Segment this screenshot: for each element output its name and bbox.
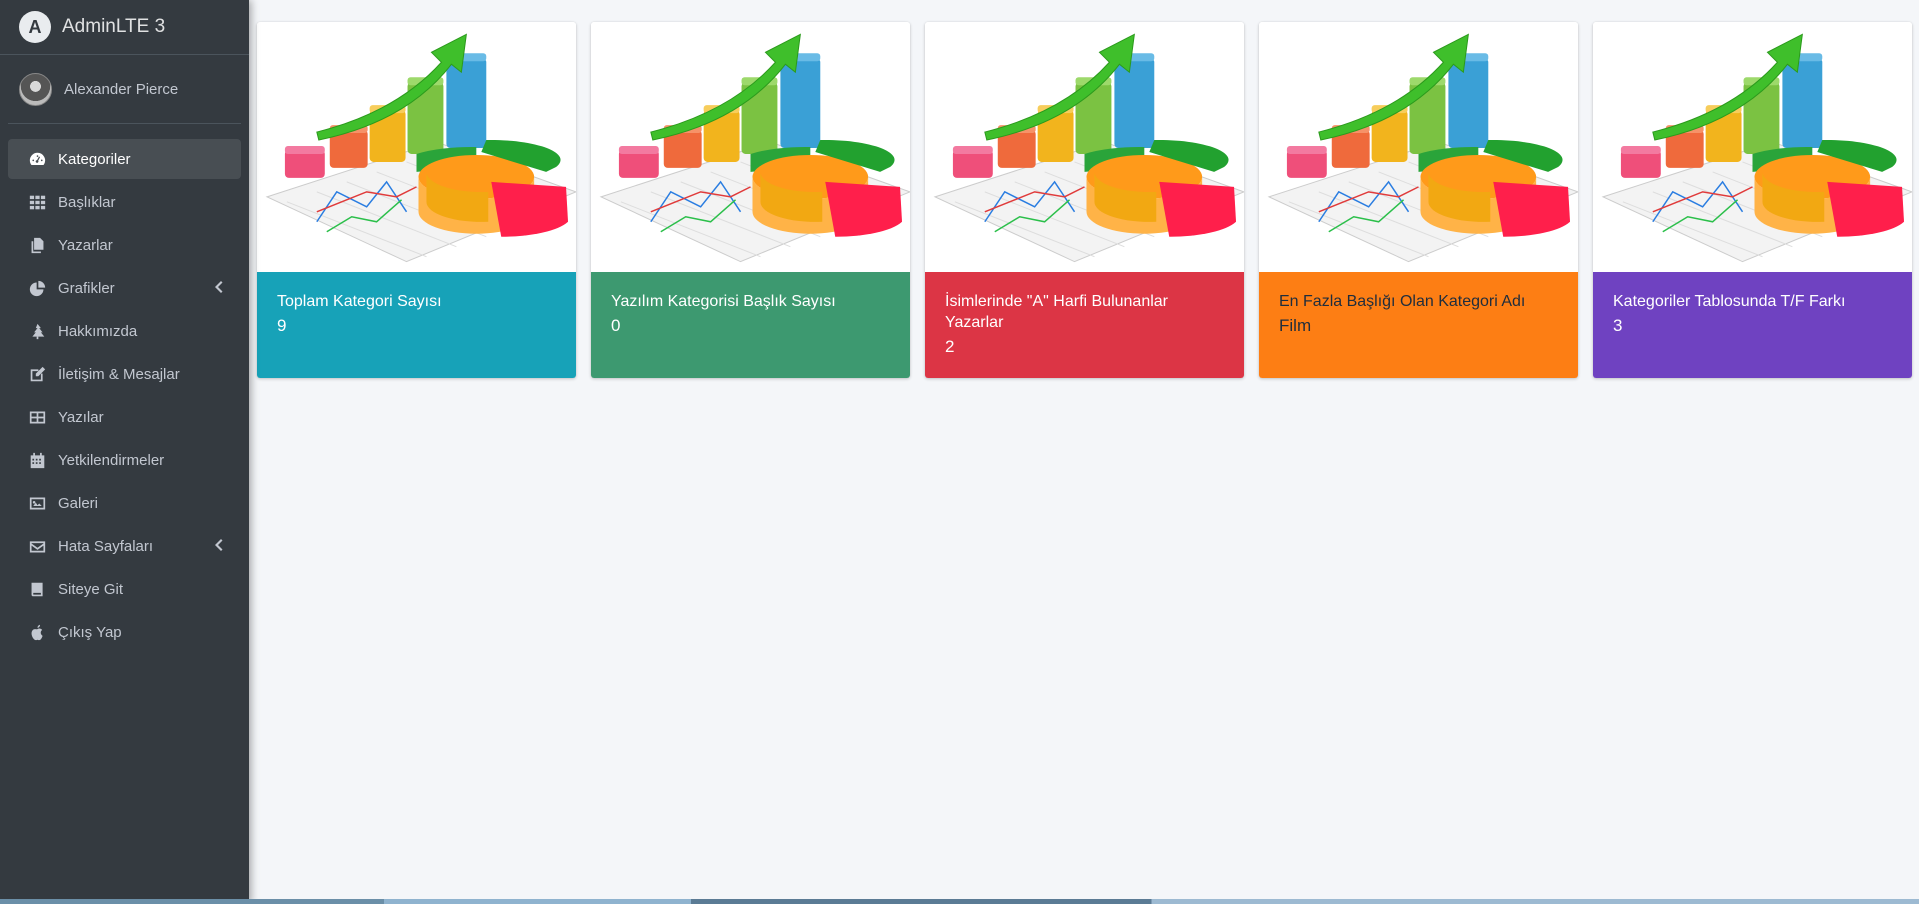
brand-text: AdminLTE 3 (62, 16, 166, 37)
info-card[interactable]: En Fazla Başlığı Olan Kategori Adı Film (1259, 22, 1578, 378)
card-title: Toplam Kategori Sayısı (277, 293, 442, 310)
chart-illustration-image (1593, 22, 1912, 272)
sidebar-item-kategoriler[interactable]: Kategoriler (8, 139, 241, 179)
card-title: En Fazla Başlığı Olan Kategori Adı (1279, 293, 1526, 310)
image-icon (27, 493, 47, 513)
sidebar-item-label: İletişim & Mesajlar (58, 365, 180, 383)
calendar-icon (27, 450, 47, 470)
info-card[interactable]: İsimlerinde "A" Harfi Bulunanlar Yazarla… (925, 22, 1244, 378)
sidebar-item-label: Grafikler (58, 279, 115, 297)
edit-icon (27, 364, 47, 384)
sidebar-item-label: Galeri (58, 494, 99, 512)
envelope-icon (27, 536, 47, 556)
card-body: İsimlerinde "A" Harfi Bulunanlar Yazarla… (925, 272, 1244, 378)
chevron-left-icon[interactable] (213, 280, 227, 296)
sidebar-item-label: Hakkımızda (58, 322, 138, 340)
pie-chart-icon (27, 278, 47, 298)
sidebar-item-yazarlar[interactable]: Yazarlar (8, 225, 241, 265)
sidebar-nav: Kategoriler Başlıklar Yazarlar Grafikler (0, 139, 249, 652)
sidebar-item-label: Başlıklar (58, 193, 116, 211)
copy-icon (27, 235, 47, 255)
sidebar-item-galeri[interactable]: Galeri (8, 483, 241, 523)
chart-illustration-image (1259, 22, 1578, 272)
info-cards: Toplam Kategori Sayısı 9 Yazılım Kategor… (257, 22, 1919, 378)
brand-logo: A (19, 11, 51, 43)
grid-icon (27, 192, 47, 212)
sidebar-item-iletisim[interactable]: İletişim & Mesajlar (8, 354, 241, 394)
sidebar-item-hata-sayfalari[interactable]: Hata Sayfaları (8, 526, 241, 566)
sidebar-item-hakkimizda[interactable]: Hakkımızda (8, 311, 241, 351)
sidebar-item-label: Kategoriler (58, 150, 131, 168)
sidebar-item-grafikler[interactable]: Grafikler (8, 268, 241, 308)
sidebar-item-label: Hata Sayfaları (58, 537, 154, 555)
chart-illustration-image (925, 22, 1244, 272)
sidebar-item-yetkilendirmeler[interactable]: Yetkilendirmeler (8, 440, 241, 480)
info-card[interactable]: Yazılım Kategorisi Başlık Sayısı 0 (591, 22, 910, 378)
sidebar-item-siteye-git[interactable]: Siteye Git (8, 569, 241, 609)
card-title: Yazılım Kategorisi Başlık Sayısı (611, 293, 836, 310)
card-value: 9 (277, 316, 287, 335)
chart-illustration-image (257, 22, 576, 272)
sidebar-item-cikis-yap[interactable]: Çıkış Yap (8, 612, 241, 652)
chart-illustration-image (591, 22, 910, 272)
user-panel[interactable]: Alexander Pierce (8, 55, 241, 124)
card-title: Kategoriler Tablosunda T/F Farkı (1613, 293, 1846, 310)
sidebar-item-label: Siteye Git (58, 580, 124, 598)
sidebar-item-label: Yazılar (58, 408, 104, 426)
book-icon (27, 579, 47, 599)
taskbar-strip (0, 899, 1919, 904)
chevron-left-icon[interactable] (213, 538, 227, 554)
sidebar: A AdminLTE 3 Alexander Pierce Kategorile… (0, 0, 249, 904)
user-name: Alexander Pierce (64, 80, 179, 98)
card-value: 2 (945, 337, 955, 356)
info-card[interactable]: Kategoriler Tablosunda T/F Farkı 3 (1593, 22, 1912, 378)
card-value: Film (1279, 316, 1312, 335)
card-title: İsimlerinde "A" Harfi Bulunanlar Yazarla… (945, 293, 1169, 331)
sidebar-item-label: Çıkış Yap (58, 623, 122, 641)
info-card[interactable]: Toplam Kategori Sayısı 9 (257, 22, 576, 378)
sidebar-item-label: Yetkilendirmeler (58, 451, 165, 469)
card-body: Yazılım Kategorisi Başlık Sayısı 0 (591, 272, 910, 378)
avatar (19, 72, 52, 106)
apple-icon (27, 622, 47, 642)
card-value: 3 (1613, 316, 1623, 335)
sidebar-item-basliklar[interactable]: Başlıklar (8, 182, 241, 222)
tachometer-icon (27, 149, 47, 169)
sidebar-item-yazilar[interactable]: Yazılar (8, 397, 241, 437)
tree-icon (27, 321, 47, 341)
brand-link[interactable]: A AdminLTE 3 (0, 0, 249, 55)
card-body: En Fazla Başlığı Olan Kategori Adı Film (1259, 272, 1578, 378)
card-body: Toplam Kategori Sayısı 9 (257, 272, 576, 378)
main-content: Toplam Kategori Sayısı 9 Yazılım Kategor… (257, 22, 1919, 378)
card-body: Kategoriler Tablosunda T/F Farkı 3 (1593, 272, 1912, 378)
table-icon (27, 407, 47, 427)
card-value: 0 (611, 316, 621, 335)
sidebar-item-label: Yazarlar (58, 236, 113, 254)
